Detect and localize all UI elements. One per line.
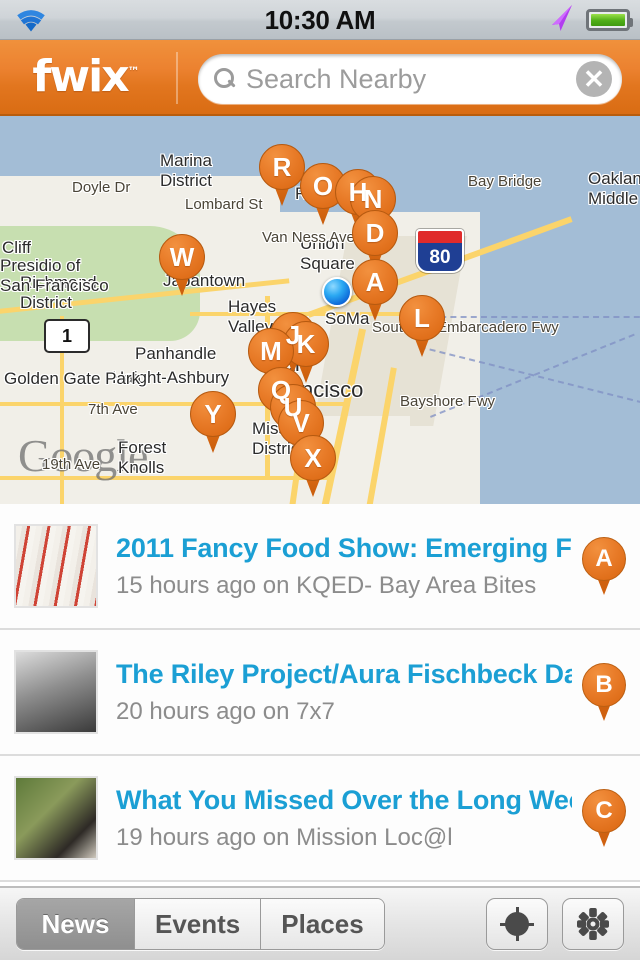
news-pin-head: C [582,789,626,833]
news-title[interactable]: The Riley Project/Aura Fischbeck Dan… [116,658,572,692]
map-pin-shadow [360,307,402,319]
news-list-item[interactable]: What You Missed Over the Long Wee… 19 hou… [0,756,640,882]
map-pin-shadow [198,439,240,451]
search-icon [214,68,236,90]
map-label: 19th Ave [42,456,101,473]
tab-events[interactable]: Events [135,899,262,949]
map-view[interactable]: Google Marina District Lombard St Doyle Dr B… [0,116,640,504]
news-text: The Riley Project/Aura Fischbeck Dan… 20 … [116,658,572,726]
status-bar-time: 10:30 AM [264,4,376,35]
header-divider [176,52,178,104]
news-pin-c[interactable]: C [582,789,626,847]
news-thumbnail [14,524,98,608]
news-thumbnail [14,650,98,734]
news-list[interactable]: 2011 Fancy Food Show: Emerging Fo… 15 hou… [0,504,640,886]
map-label: Lombard St [185,196,263,213]
map-pin-label: L [414,303,430,333]
news-title[interactable]: What You Missed Over the Long Wee… [116,784,572,818]
map-route-shield: 1 [44,319,90,353]
user-location-dot [322,277,352,307]
tab-news[interactable]: News [17,899,135,949]
map-label: Cliff [2,238,31,257]
map-label: Golden Gate Park [4,369,141,388]
tab-places[interactable]: Places [261,899,384,949]
map-ferry-route-1 [430,316,640,318]
news-text: What You Missed Over the Long Wee… 19 hou… [116,784,572,852]
search-field[interactable]: Search Nearby ✕ [198,54,622,104]
news-title[interactable]: 2011 Fancy Food Show: Emerging Fo… [116,532,572,566]
map-label: 7th Ave [88,401,138,418]
map-pin-shadow [298,483,340,495]
status-bar: 10:30 AM [0,0,640,40]
gear-icon [576,907,610,941]
map-label: Van Ness Ave [262,229,355,246]
map-pin-a[interactable]: A [352,259,402,321]
map-label: Marina District [160,151,212,190]
map-pin-label: A [365,267,385,297]
battery-icon [586,9,633,31]
news-meta: 15 hours ago on KQED- Bay Area Bites [116,571,537,599]
map-route-shield: 80 [416,229,464,273]
map-pin-label: O [312,171,334,201]
map-pin-label: W [169,242,195,272]
map-pin-l[interactable]: L [399,295,449,357]
news-pin-a[interactable]: A [582,537,626,595]
map-label: Bayshore Fwy [400,393,496,410]
map-pin-x[interactable]: X [290,435,340,497]
map-pin-head: W [159,234,205,280]
map-pin-label: N [363,184,383,214]
settings-button[interactable] [562,898,624,950]
map-pin-head: Y [190,391,236,437]
map-pin-head: D [352,210,398,256]
map-pin-label: X [304,443,322,473]
map-pin-w[interactable]: W [159,234,209,296]
bottom-toolbar: News Events Places [0,886,640,960]
map-pin-shadow [167,282,209,294]
news-list-item[interactable]: 2011 Fancy Food Show: Emerging Fo… 15 hou… [0,504,640,630]
map-pin-label: R [272,152,292,182]
map-pin-label: Y [204,399,222,429]
map-pin-head: L [399,295,445,341]
news-text: 2011 Fancy Food Show: Emerging Fo… 15 hou… [116,532,572,600]
location-arrow-icon [546,3,576,38]
map-pin-label: M [260,336,282,366]
segmented-control[interactable]: News Events Places [16,898,385,950]
map-pin-head: R [259,144,305,190]
map-pin-head: X [290,435,336,481]
news-pin-label: A [595,545,613,572]
map-label: Panhandle [135,344,217,363]
map-label: Bay Bridge [468,173,542,190]
map-pin-y[interactable]: Y [190,391,240,453]
news-meta: 19 hours ago on Mission Loc@l [116,823,453,851]
news-list-item[interactable]: The Riley Project/Aura Fischbeck Dan… 20 … [0,630,640,756]
map-pin-label: K [296,329,316,359]
map-pin-label: V [292,408,310,438]
map-label: Presidio of San Francisco [0,256,109,295]
news-pin-label: C [595,797,613,824]
fwix-logo: fwix™ [0,55,172,99]
news-pin-head: B [582,663,626,707]
fwix-logo-text: fwix [32,51,129,102]
news-pin-b[interactable]: B [582,663,626,721]
map-pin-shadow [407,343,449,355]
map-pin-head: A [352,259,398,305]
search-input[interactable]: Search Nearby [246,64,576,95]
app-header: fwix™ Search Nearby ✕ [0,40,640,116]
locate-me-button[interactable] [486,898,548,950]
news-pin-head: A [582,537,626,581]
map-label: OaklandMiddle Harbor [588,169,640,208]
clear-search-button[interactable]: ✕ [576,61,612,97]
news-meta: 20 hours ago on 7x7 [116,697,335,725]
map-pin-label: D [365,218,385,248]
news-pin-label: B [595,671,613,698]
crosshair-icon [500,907,534,941]
map-pin-r[interactable]: R [259,144,309,206]
map-label: Forest Knolls [118,438,167,477]
map-label: Doyle Dr [72,179,131,196]
trademark-mark: ™ [127,64,140,79]
news-thumbnail [14,776,98,860]
